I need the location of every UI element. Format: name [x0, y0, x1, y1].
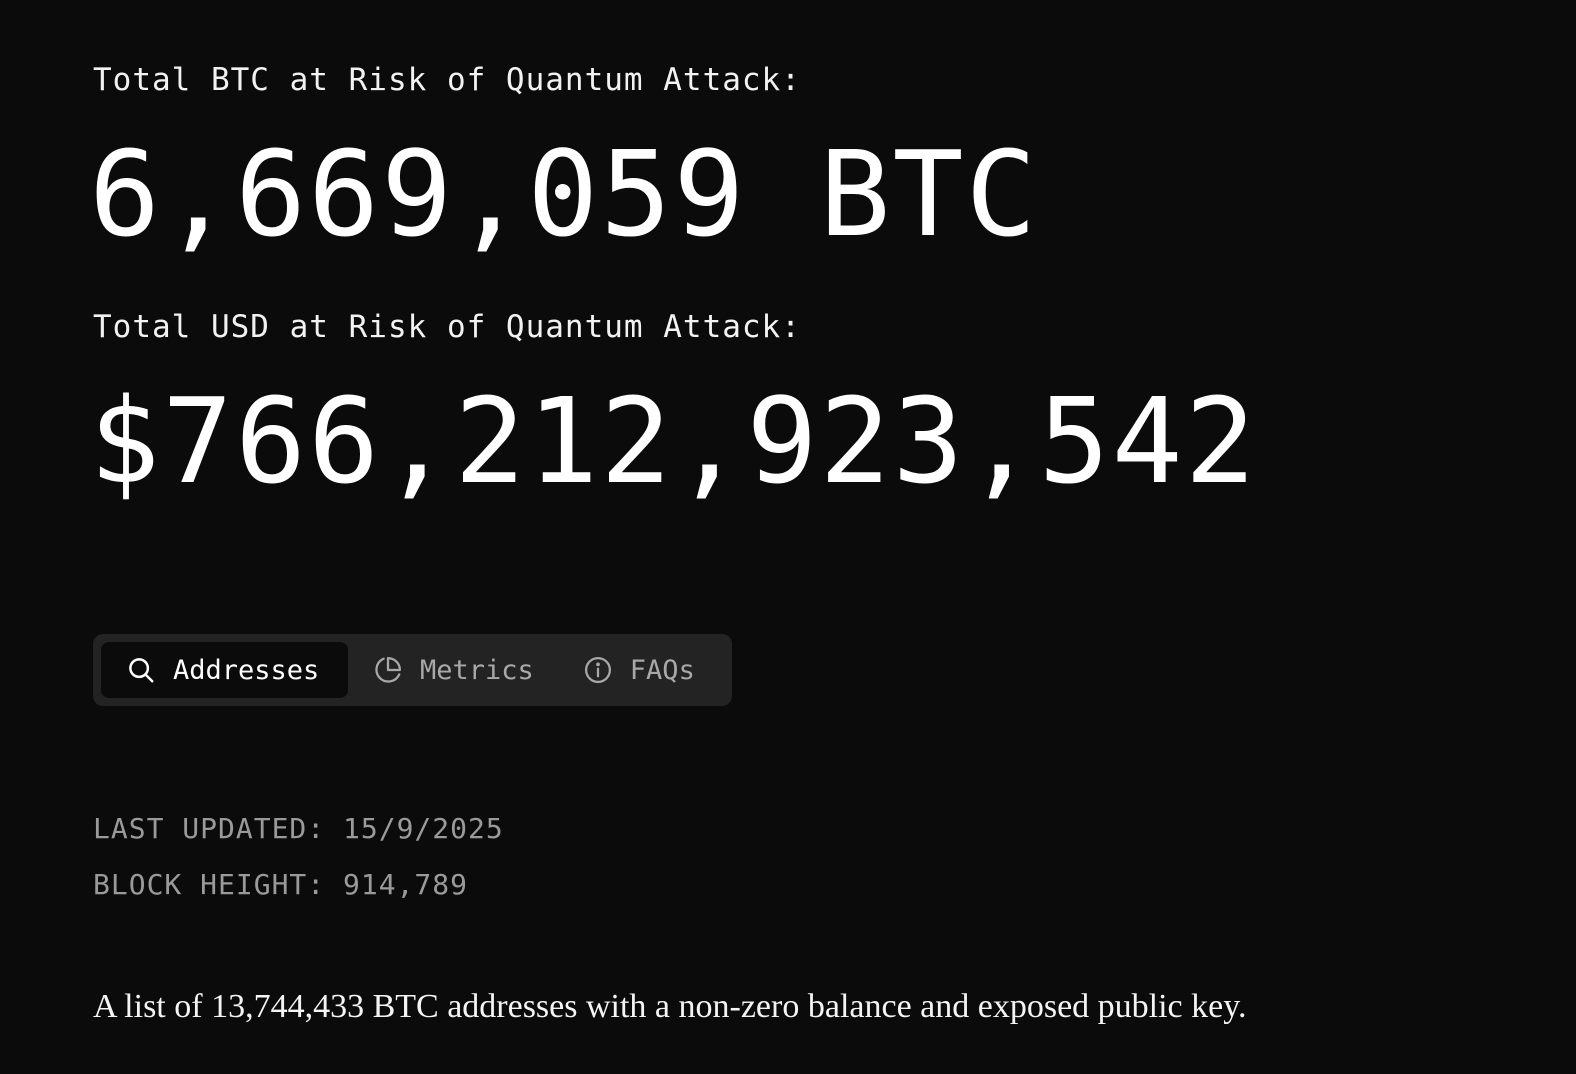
addresses-description: A list of 13,744,433 BTC addresses with …	[93, 988, 1247, 1025]
info-icon	[582, 654, 614, 686]
btc-at-risk-value: 6,669,059 BTC	[89, 125, 1039, 263]
block-height: BLOCK HEIGHT: 914,789	[93, 868, 469, 901]
usd-at-risk-label: Total USD at Risk of Quantum Attack:	[93, 309, 801, 345]
tab-addresses[interactable]: Addresses	[101, 642, 348, 698]
last-updated: LAST UPDATED: 15/9/2025	[93, 812, 504, 845]
tab-faqs-label: FAQs	[629, 654, 695, 686]
tab-metrics-label: Metrics	[420, 654, 534, 686]
tab-metrics[interactable]: Metrics	[348, 642, 558, 698]
pie-chart-icon	[372, 654, 404, 686]
tab-bar: Addresses Metrics FAQs	[93, 634, 732, 706]
btc-at-risk-label: Total BTC at Risk of Quantum Attack:	[93, 62, 801, 98]
usd-at-risk-value: $766,212,923,542	[89, 372, 1258, 510]
main-content: Total BTC at Risk of Quantum Attack: 6,6…	[89, 0, 1576, 1074]
search-icon	[125, 654, 157, 686]
tab-faqs[interactable]: FAQs	[558, 642, 719, 698]
tab-addresses-label: Addresses	[173, 654, 320, 686]
